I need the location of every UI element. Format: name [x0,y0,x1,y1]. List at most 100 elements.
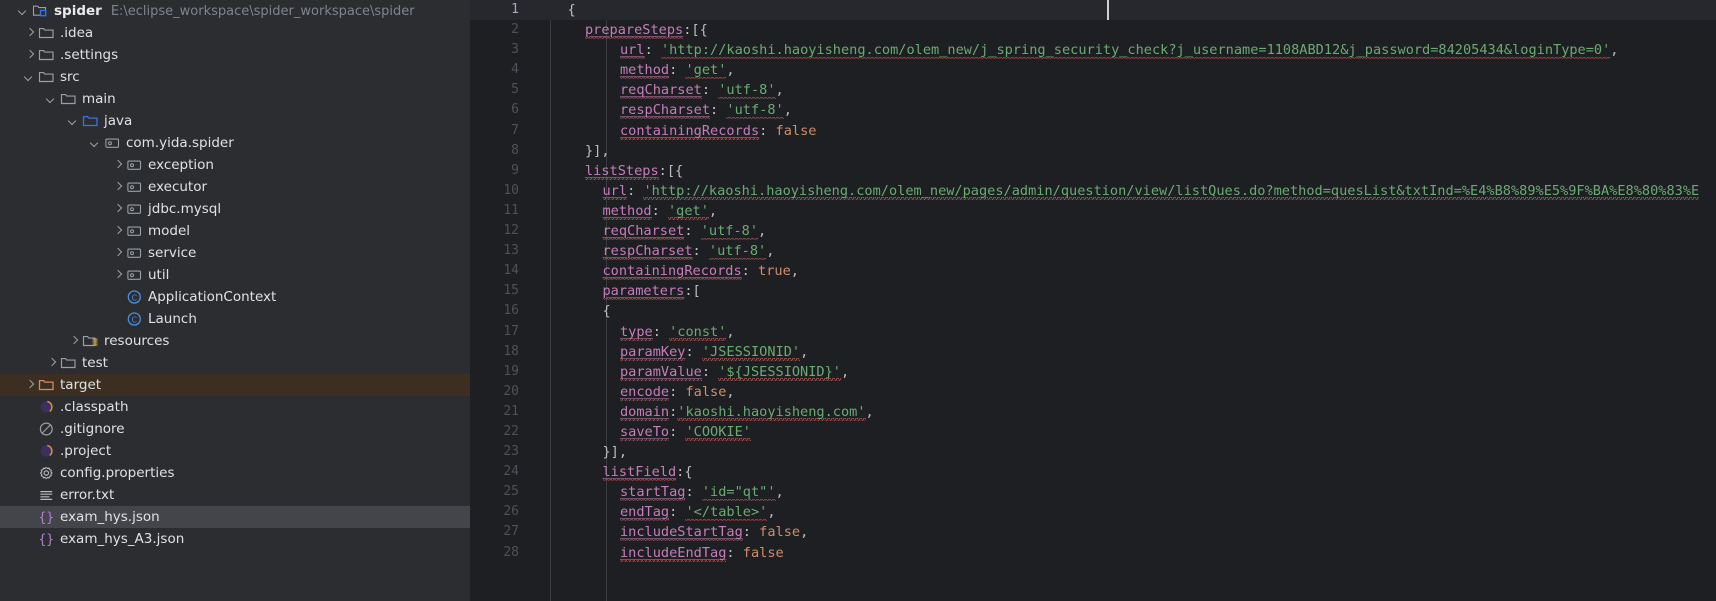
tree-row-model[interactable]: model [0,220,470,242]
gutter-line-number[interactable]: 23 [470,442,528,462]
gutter-line-number[interactable]: 15 [470,281,528,301]
code-line[interactable]: reqCharset: 'utf-8', [528,80,1716,100]
gutter-line-number[interactable]: 4 [470,60,528,80]
gutter-line-number[interactable]: 1 [470,0,528,21]
code-editor[interactable]: 1 2 3 4 5 6 7 8 9 10 11 12 13 14 15 16 17 18 19 20 21 22 23 24 2… [470,0,1716,601]
chevron-down-icon[interactable] [88,135,104,151]
code-line[interactable]: paramValue: '${JSESSIONID}', [528,362,1716,382]
chevron-right-icon[interactable] [22,25,38,41]
gutter-line-number[interactable]: 20 [470,382,528,402]
chevron-right-icon[interactable] [110,223,126,239]
chevron-right-icon[interactable] [22,377,38,393]
tree-row-executor[interactable]: executor [0,176,470,198]
code-line[interactable]: respCharset: 'utf-8', [528,241,1716,261]
gutter-line-number[interactable]: 24 [470,462,528,482]
code-line[interactable]: { [528,301,1716,321]
tree-row--idea[interactable]: .idea [0,22,470,44]
code-line[interactable]: prepareSteps:[{ [528,20,1716,40]
tree-row-src[interactable]: src [0,66,470,88]
chevron-down-icon[interactable] [44,91,60,107]
gutter-line-number[interactable]: 17 [470,322,528,342]
editor-code-area[interactable]: {prepareSteps:[{url: 'http://kaoshi.haoy… [528,0,1716,601]
tree-row-java[interactable]: java [0,110,470,132]
code-line[interactable]: endTag: '</table>', [528,502,1716,522]
code-line[interactable]: }], [528,442,1716,462]
tree-row-launch[interactable]: C Launch [0,308,470,330]
chevron-right-icon[interactable] [110,157,126,173]
tree-row-exception[interactable]: exception [0,154,470,176]
gutter-line-number[interactable]: 2 [470,20,528,40]
gutter-line-number[interactable]: 26 [470,502,528,522]
code-line[interactable]: type: 'const', [528,322,1716,342]
chevron-down-icon[interactable] [66,113,82,129]
tree-row-main[interactable]: main [0,88,470,110]
tree-row-exam-hys-a3-json[interactable]: {} exam_hys_A3.json [0,528,470,550]
chevron-right-icon[interactable] [110,179,126,195]
tree-row--gitignore[interactable]: .gitignore [0,418,470,440]
gutter-line-number[interactable]: 5 [470,80,528,100]
gutter-line-number[interactable]: 8 [470,141,528,161]
code-line[interactable]: listSteps:[{ [528,161,1716,181]
code-line[interactable]: includeEndTag: false [528,543,1716,563]
code-line[interactable]: domain:'kaoshi.haoyisheng.com', [528,402,1716,422]
tree-row-com-yida-spider[interactable]: com.yida.spider [0,132,470,154]
chevron-right-icon[interactable] [22,47,38,63]
gutter-line-number[interactable]: 13 [470,241,528,261]
code-line[interactable]: url: 'http://kaoshi.haoyisheng.com/olem_… [528,40,1716,60]
gutter-line-number[interactable]: 12 [470,221,528,241]
code-line[interactable]: paramKey: 'JSESSIONID', [528,342,1716,362]
chevron-right-icon[interactable] [110,267,126,283]
chevron-down-icon[interactable] [22,69,38,85]
code-line[interactable]: }], [528,141,1716,161]
chevron-right-icon[interactable] [110,245,126,261]
code-line[interactable]: startTag: 'id="qt"', [528,482,1716,502]
code-line[interactable]: containingRecords: false [528,121,1716,141]
project-tool-window[interactable]: spider E:\eclipse_workspace\spider_works… [0,0,470,601]
code-line[interactable]: { [528,0,1716,21]
tree-row-applicationcontext[interactable]: C ApplicationContext [0,286,470,308]
tree-row-service[interactable]: service [0,242,470,264]
tree-row-exam-hys-json[interactable]: {} exam_hys.json [0,506,470,528]
gutter-line-number[interactable]: 18 [470,342,528,362]
gutter-line-number[interactable]: 11 [470,201,528,221]
gutter-line-number[interactable]: 7 [470,121,528,141]
tree-row-config-properties[interactable]: config.properties [0,462,470,484]
code-line[interactable]: parameters:[ [528,281,1716,301]
tree-row-test[interactable]: test [0,352,470,374]
chevron-right-icon[interactable] [44,355,60,371]
chevron-right-icon[interactable] [110,201,126,217]
tree-row-resources[interactable]: resources [0,330,470,352]
gutter-line-number[interactable]: 21 [470,402,528,422]
code-line[interactable]: reqCharset: 'utf-8', [528,221,1716,241]
chevron-down-icon[interactable] [16,3,32,19]
code-line[interactable]: containingRecords: true, [528,261,1716,281]
gutter-line-number[interactable]: 16 [470,301,528,321]
code-line[interactable]: method: 'get', [528,201,1716,221]
gutter-line-number[interactable]: 25 [470,482,528,502]
tree-row-error-txt[interactable]: error.txt [0,484,470,506]
tree-row--settings[interactable]: .settings [0,44,470,66]
gutter-line-number[interactable]: 3 [470,40,528,60]
code-line[interactable]: method: 'get', [528,60,1716,80]
code-line[interactable]: encode: false, [528,382,1716,402]
gutter-line-number[interactable]: 22 [470,422,528,442]
gutter-line-number[interactable]: 6 [470,100,528,120]
tree-row--classpath[interactable]: .classpath [0,396,470,418]
tree-row-jdbc-mysql[interactable]: jdbc.mysql [0,198,470,220]
gutter-line-number[interactable]: 10 [470,181,528,201]
tree-row-util[interactable]: util [0,264,470,286]
gutter-line-number[interactable]: 9 [470,161,528,181]
gutter-line-number[interactable]: 27 [470,522,528,542]
gutter-line-number[interactable]: 19 [470,362,528,382]
tree-row-target[interactable]: target [0,374,470,396]
code-line[interactable]: listField:{ [528,462,1716,482]
tree-row--project[interactable]: .project [0,440,470,462]
editor-gutter[interactable]: 1 2 3 4 5 6 7 8 9 10 11 12 13 14 15 16 17 18 19 20 21 22 23 24 2… [470,0,528,601]
chevron-right-icon[interactable] [66,333,82,349]
code-line[interactable]: includeStartTag: false, [528,522,1716,542]
gutter-line-number[interactable]: 28 [470,543,528,563]
gutter-line-number[interactable]: 14 [470,261,528,281]
code-line[interactable]: url: 'http://kaoshi.haoyisheng.com/olem_… [528,181,1716,201]
tree-row-root[interactable]: spider E:\eclipse_workspace\spider_works… [0,0,470,22]
code-line[interactable]: respCharset: 'utf-8', [528,100,1716,120]
